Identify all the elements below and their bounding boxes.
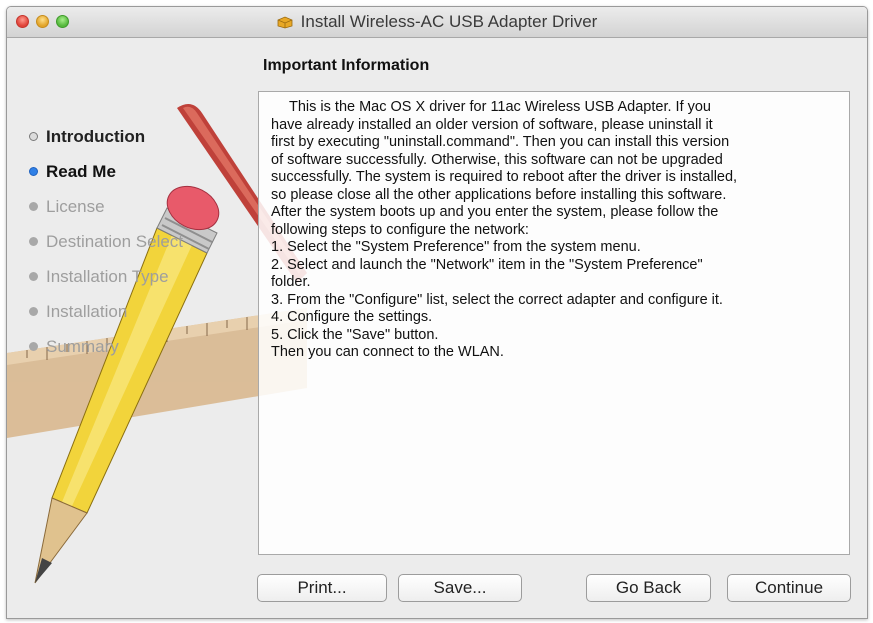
step-bullet-icon [29,307,38,316]
installer-window: Install Wireless-AC USB Adapter Driver I… [6,6,868,619]
step-read-me: Read Me [29,154,183,189]
step-installation-type: Installation Type [29,259,183,294]
step-bullet-icon [29,132,38,141]
step-label: License [46,196,105,216]
step-label: Read Me [46,161,116,181]
step-bullet-icon [29,167,38,176]
readme-line: 4. Configure the settings. [271,309,433,325]
step-license: License [29,189,183,224]
step-bullet-icon [29,237,38,246]
step-bullet-icon [29,272,38,281]
step-introduction: Introduction [29,119,183,154]
readme-text: This is the Mac OS X driver for 11ac Wir… [271,99,839,362]
readme-line: of software successfully. Otherwise, thi… [271,151,723,168]
step-label: Summary [46,336,119,356]
step-summary: Summary [29,329,183,364]
readme-text-panel[interactable]: This is the Mac OS X driver for 11ac Wir… [258,91,850,555]
readme-line: This is the Mac OS X driver for 11ac Wir… [289,99,712,115]
readme-line: 2. Select and launch the "Network" item … [271,256,703,273]
readme-line: first by executing "uninstall.command". … [271,134,730,150]
step-label: Introduction [46,126,146,146]
step-label: Destination Select [46,231,184,251]
step-label: Installation Type [46,266,169,286]
step-bullet-icon [29,202,38,211]
readme-line: successfully. The system is required to … [271,169,738,185]
step-label: Installation [46,301,128,321]
readme-line: so please close all the other applicatio… [271,186,727,203]
window-title: Install Wireless-AC USB Adapter Driver [300,12,598,31]
print-button[interactable]: Print... [257,574,387,602]
section-heading: Important Information [263,57,430,74]
readme-line: 5. Click the "Save" button. [271,326,439,343]
save-button[interactable]: Save... [398,574,522,602]
go-back-button[interactable]: Go Back [586,574,711,602]
readme-line: 3. From the "Configure" list, select the… [271,291,723,308]
continue-button[interactable]: Continue [727,574,851,602]
step-installation: Installation [29,294,183,329]
step-bullet-icon [29,342,38,351]
readme-line: After the system boots up and you enter … [271,204,719,220]
readme-line: have already installed an older version … [271,116,713,133]
readme-line: following steps to configure the network… [271,221,529,238]
step-destination-select: Destination Select [29,224,183,259]
readme-line: 1. Select the "System Preference" from t… [271,239,641,255]
installer-steps-list: Introduction Read Me License Destination… [29,119,183,364]
readme-line: folder. [271,274,311,290]
readme-line: Then you can connect to the WLAN. [271,344,504,360]
package-icon [277,16,293,29]
title-bar[interactable]: Install Wireless-AC USB Adapter Driver [7,7,867,38]
